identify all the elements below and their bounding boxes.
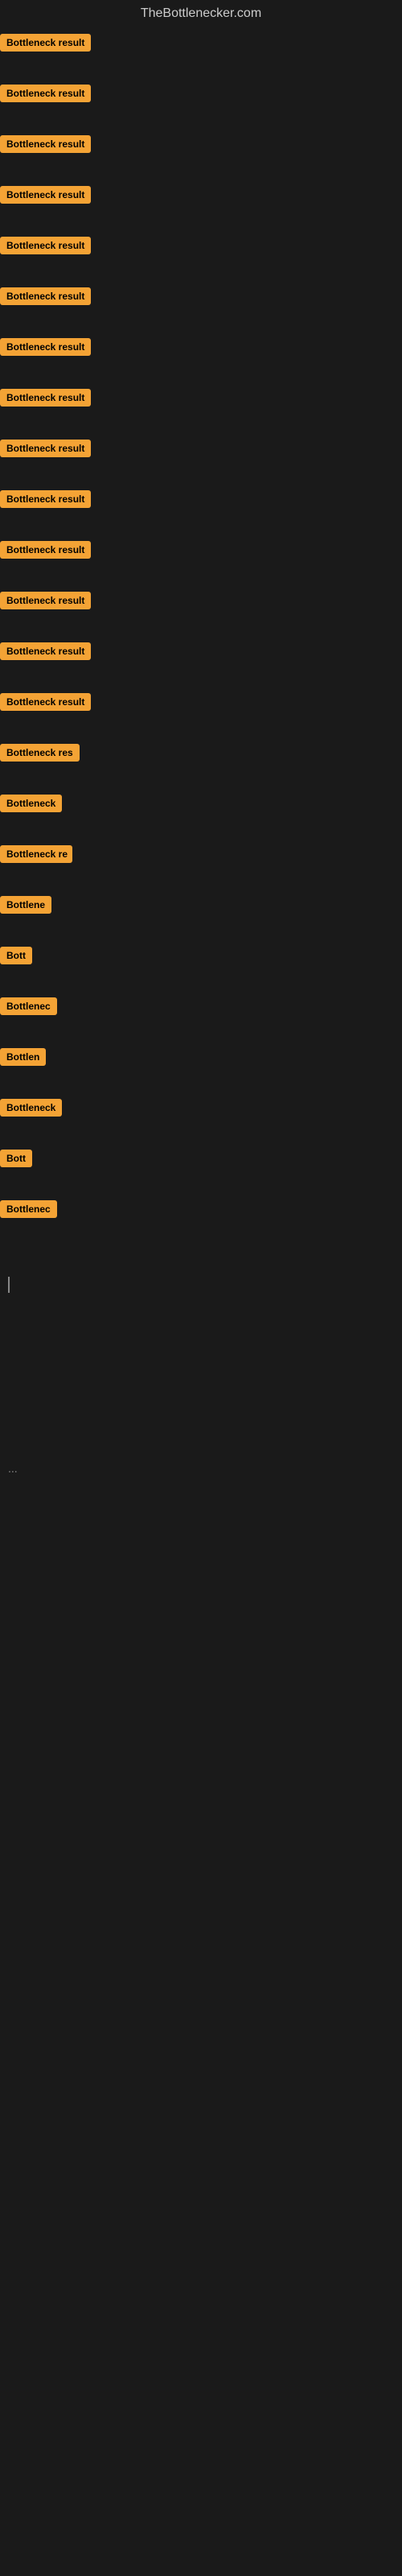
bottleneck-badge[interactable]: Bottleneck result: [0, 440, 91, 457]
ellipsis-indicator: ...: [8, 1462, 394, 1475]
list-item: Bottlene: [0, 890, 402, 924]
cursor-indicator: [8, 1277, 10, 1293]
list-item: Bottleneck res: [0, 737, 402, 772]
list-item: Bottleneck result: [0, 27, 402, 62]
list-item: Bottleneck result: [0, 129, 402, 163]
bottleneck-badge[interactable]: Bott: [0, 947, 32, 964]
list-item: Bottleneck result: [0, 382, 402, 417]
list-item: Bottleneck result: [0, 78, 402, 113]
list-item: Bottleneck result: [0, 281, 402, 316]
bottleneck-badge[interactable]: Bottleneck re: [0, 845, 72, 863]
site-title: TheBottlenecker.com: [141, 6, 261, 20]
list-item: Bottleneck: [0, 788, 402, 823]
bottleneck-badge[interactable]: Bottleneck: [0, 1099, 62, 1117]
bottleneck-badge[interactable]: Bottleneck result: [0, 85, 91, 102]
bottleneck-badge[interactable]: Bottleneck: [0, 795, 62, 812]
bottleneck-badge[interactable]: Bottlene: [0, 896, 51, 914]
page-wrapper: TheBottlenecker.com Bottleneck resultBot…: [0, 0, 402, 1724]
bottleneck-badge[interactable]: Bottleneck result: [0, 541, 91, 559]
list-item: Bottleneck result: [0, 230, 402, 265]
bottleneck-badge[interactable]: Bottlenec: [0, 997, 57, 1015]
list-item: Bottleneck result: [0, 433, 402, 468]
bottleneck-badge[interactable]: Bottleneck result: [0, 338, 91, 356]
list-item: Bottleneck result: [0, 180, 402, 214]
bottleneck-badge[interactable]: Bottlenec: [0, 1200, 57, 1218]
list-item: Bottleneck re: [0, 839, 402, 873]
page-header: TheBottlenecker.com: [0, 0, 402, 27]
bottleneck-badge[interactable]: Bottleneck result: [0, 237, 91, 254]
bottleneck-badge[interactable]: Bottleneck result: [0, 592, 91, 609]
list-item: Bottleneck result: [0, 585, 402, 620]
list-item: Bott: [0, 940, 402, 975]
bottleneck-list: Bottleneck result Bottleneck result Bottle…: [0, 27, 402, 1245]
bottleneck-badge[interactable]: Bottlen: [0, 1048, 46, 1066]
bottleneck-badge[interactable]: Bottleneck result: [0, 693, 91, 711]
list-item: Bottleneck result: [0, 332, 402, 366]
bottleneck-badge[interactable]: Bottleneck result: [0, 287, 91, 305]
bottleneck-badge[interactable]: Bottleneck result: [0, 135, 91, 153]
list-item: Bottleneck result: [0, 636, 402, 671]
list-item: Bottleneck result: [0, 484, 402, 518]
bottleneck-badge[interactable]: Bottleneck res: [0, 744, 80, 762]
list-item: Bottleneck: [0, 1092, 402, 1127]
list-item: Bottlenec: [0, 991, 402, 1026]
list-item: Bott: [0, 1143, 402, 1178]
bottleneck-badge[interactable]: Bottleneck result: [0, 186, 91, 204]
list-item: Bottlenec: [0, 1194, 402, 1228]
bottom-section: ...: [0, 1261, 402, 1724]
bottleneck-badge[interactable]: Bottleneck result: [0, 490, 91, 508]
list-item: Bottleneck result: [0, 687, 402, 721]
bottleneck-badge[interactable]: Bottleneck result: [0, 34, 91, 52]
bottleneck-badge[interactable]: Bottleneck result: [0, 389, 91, 407]
bottleneck-badge[interactable]: Bottleneck result: [0, 642, 91, 660]
bottleneck-badge[interactable]: Bott: [0, 1150, 32, 1167]
list-item: Bottleneck result: [0, 535, 402, 569]
list-item: Bottlen: [0, 1042, 402, 1076]
